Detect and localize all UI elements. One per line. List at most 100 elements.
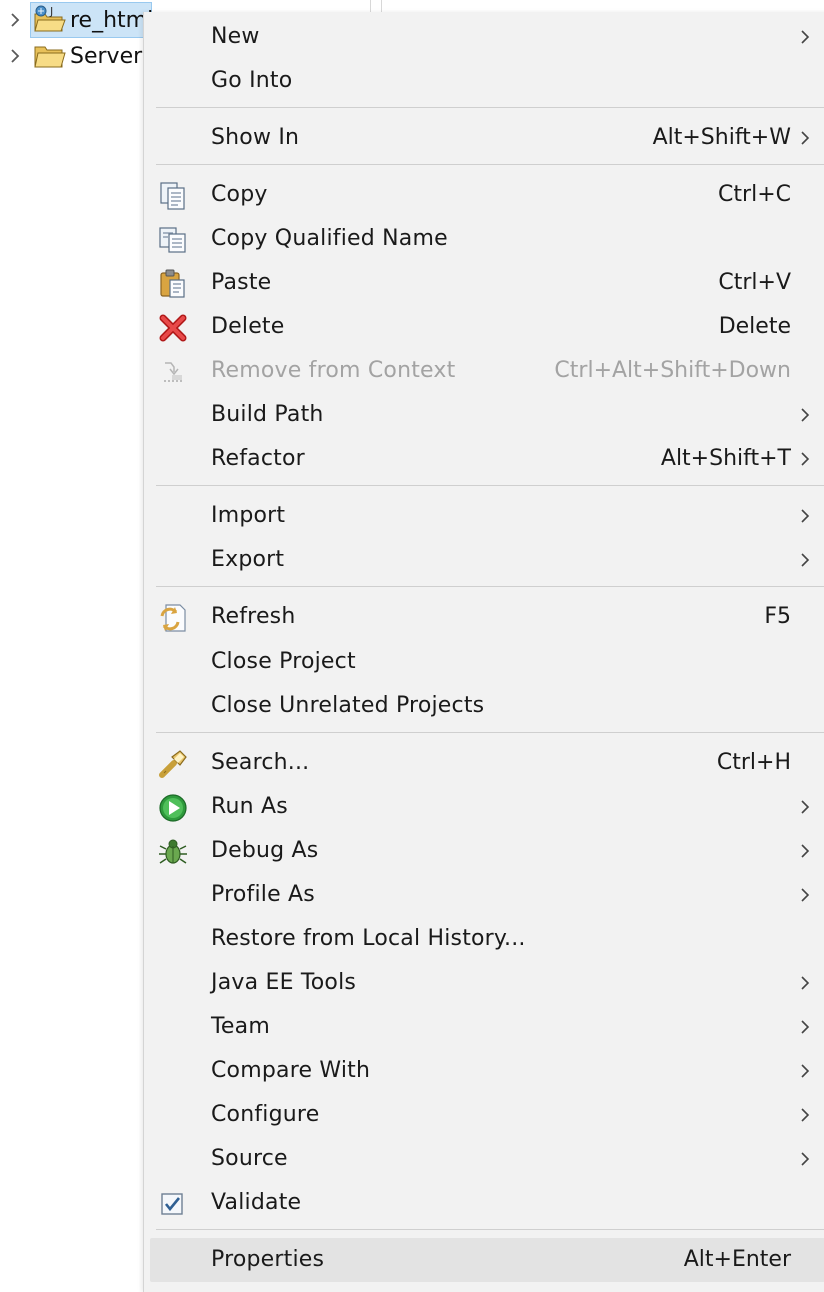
submenu-arrow-icon [801,452,810,466]
menu-item-close-project[interactable]: Close Project [144,640,824,684]
menu-item-label: Search... [211,750,310,775]
menu-item-label: Team [211,1014,270,1039]
menu-item-team[interactable]: Team [144,1005,824,1049]
menu-item-label: Java EE Tools [211,970,357,995]
menu-item-label: Profile As [211,882,315,907]
menu-item-label: Restore from Local History... [211,926,526,951]
menu-item-label: Refactor [211,446,305,471]
menu-item-label: Remove from Context [211,358,456,383]
submenu-arrow-icon [801,30,810,44]
paste-icon [160,269,185,298]
submenu-arrow-icon [801,1108,810,1122]
menu-item-label: Paste [211,270,272,295]
chevron-right-icon[interactable] [8,49,22,63]
menu-item-shortcut: Delete [718,314,791,339]
menu-item-label: Import [211,503,286,528]
context-menu: New Go Into Show In Alt+Shift+W Copy Ctr… [143,12,824,1292]
menu-item-build-path[interactable]: Build Path [144,393,824,437]
tree-row-project[interactable]: J re_html [0,2,153,38]
menu-item-label: Configure [211,1102,320,1127]
menu-item-configure[interactable]: Configure [144,1093,824,1137]
java-project-icon: J [34,5,66,32]
submenu-arrow-icon [801,800,810,814]
menu-item-go-into[interactable]: Go Into [144,59,824,103]
menu-item-label: Run As [211,794,288,819]
menu-item-label: Properties [211,1247,325,1272]
menu-item-profile-as[interactable]: Profile As [144,873,824,917]
submenu-arrow-icon [801,408,810,422]
submenu-arrow-icon [801,976,810,990]
menu-item-label: Close Project [211,649,356,674]
menu-item-paste[interactable]: Paste Ctrl+V [144,261,824,305]
menu-item-close-unrelated-projects[interactable]: Close Unrelated Projects [144,684,824,728]
menu-separator [156,1229,824,1230]
tree-row-servers[interactable]: Servers [0,38,154,74]
submenu-arrow-icon [801,509,810,523]
menu-item-copy-qualified-name[interactable]: Copy Qualified Name [144,217,824,261]
menu-item-run-as[interactable]: Run As [144,785,824,829]
menu-item-java-ee-tools[interactable]: Java EE Tools [144,961,824,1005]
menu-separator [156,164,824,165]
menu-item-shortcut: Alt+Enter [683,1247,791,1272]
remove-from-context-icon [164,362,184,382]
menu-item-copy[interactable]: Copy Ctrl+C [144,173,824,217]
menu-item-label: Close Unrelated Projects [211,693,485,718]
view-divider [370,0,371,12]
menu-item-delete[interactable]: Delete Delete [144,305,824,349]
menu-item-validate[interactable]: Validate [144,1181,824,1225]
submenu-arrow-icon [801,131,810,145]
tree-item-label: Servers [70,44,154,69]
svg-text:J: J [49,5,53,18]
menu-separator [156,107,824,108]
menu-separator [156,732,824,733]
menu-separator [156,485,824,486]
menu-item-properties[interactable]: Properties Alt+Enter [150,1238,824,1282]
menu-item-label: Source [211,1146,288,1171]
tree-item-label: re_html [70,8,154,33]
menu-item-restore-from-local-history[interactable]: Restore from Local History... [144,917,824,961]
chevron-right-icon[interactable] [8,13,22,27]
submenu-arrow-icon [801,1064,810,1078]
menu-item-search[interactable]: Search... Ctrl+H [144,741,824,785]
menu-item-label: Export [211,547,285,572]
menu-item-label: New [211,24,260,49]
menu-item-label: Compare With [211,1058,371,1083]
submenu-arrow-icon [801,888,810,902]
menu-item-refactor[interactable]: Refactor Alt+Shift+T [144,437,824,481]
submenu-arrow-icon [801,1020,810,1034]
debug-bug-icon [159,839,187,864]
refresh-icon [160,604,186,632]
menu-item-new[interactable]: New [144,15,824,59]
menu-item-import[interactable]: Import [144,494,824,538]
menu-item-shortcut: Ctrl+Alt+Shift+Down [554,358,791,383]
menu-item-label: Debug As [211,838,319,863]
menu-item-refresh[interactable]: Refresh F5 [144,595,824,639]
validate-check-icon [161,1193,183,1215]
menu-item-label: Show In [211,125,300,150]
menu-item-shortcut: F5 [764,604,791,629]
menu-item-label: Build Path [211,402,324,427]
folder-icon [34,46,66,68]
submenu-arrow-icon [801,844,810,858]
menu-item-show-in[interactable]: Show In Alt+Shift+W [144,116,824,160]
menu-item-debug-as[interactable]: Debug As [144,829,824,873]
delete-icon [159,314,187,342]
menu-item-export[interactable]: Export [144,538,824,582]
submenu-arrow-icon [801,1152,810,1166]
menu-item-label: Validate [211,1190,302,1215]
menu-item-label: Go Into [211,68,293,93]
submenu-arrow-icon [801,553,810,567]
menu-item-source[interactable]: Source [144,1137,824,1181]
run-icon [159,794,187,822]
menu-item-label: Refresh [211,604,296,629]
menu-item-shortcut: Ctrl+C [718,182,791,207]
view-divider [381,0,382,12]
menu-item-shortcut: Ctrl+H [716,750,791,775]
menu-item-label: Copy Qualified Name [211,226,448,251]
menu-item-label: Copy [211,182,268,207]
menu-item-remove-from-context[interactable]: Remove from Context Ctrl+Alt+Shift+Down [144,349,824,393]
menu-item-shortcut: Alt+Shift+T [660,446,791,471]
menu-item-label: Delete [211,314,285,339]
menu-item-shortcut: Alt+Shift+W [652,125,791,150]
menu-item-compare-with[interactable]: Compare With [144,1049,824,1093]
